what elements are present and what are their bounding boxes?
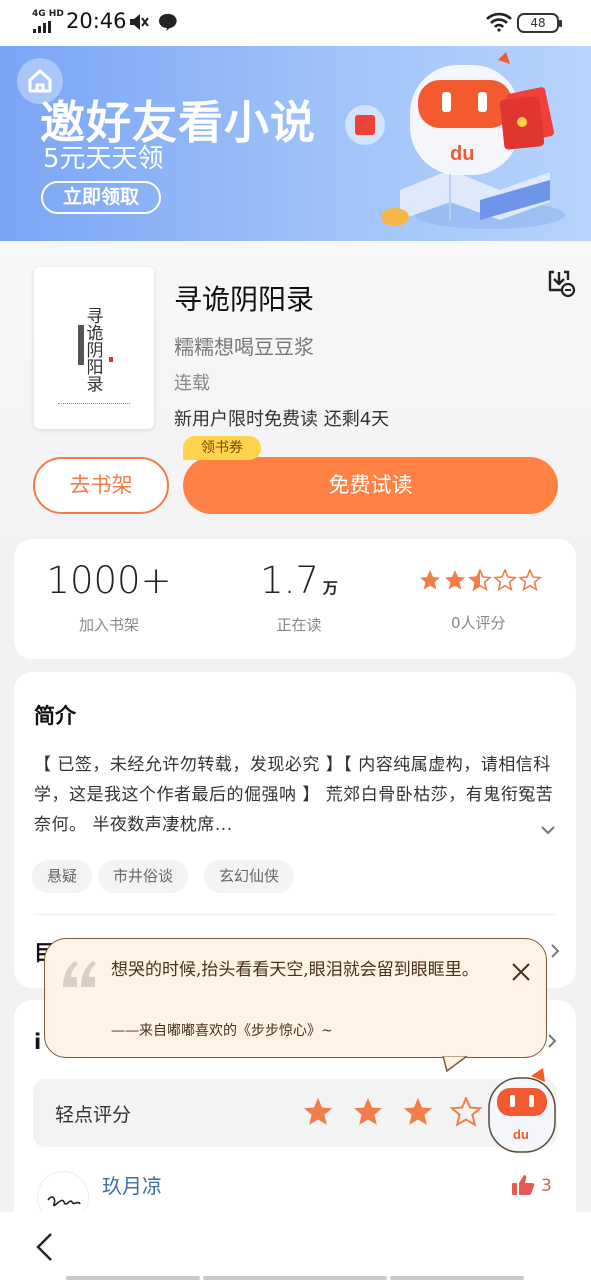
mascot-du-logo: du — [450, 143, 474, 165]
quote-bubble: 想哭的时候,抬头看看天空,眼泪就会留到眼眶里。 ——来自嘟嘟喜欢的《步步惊心》~ — [44, 938, 547, 1058]
cover-seal — [109, 357, 113, 362]
like-count: 3 — [541, 1176, 552, 1196]
status-bar: 4G HD 20:46 48 — [0, 0, 591, 46]
mute-icon — [130, 14, 149, 30]
go-to-shelf-button[interactable]: 去书架 — [33, 457, 169, 514]
comments-heading: i — [34, 1030, 42, 1054]
banner-subtitle: 5元天天领 — [43, 144, 164, 174]
gesture-bar-segment[interactable] — [203, 1276, 387, 1280]
star-empty-icon — [519, 569, 541, 591]
star-half-icon — [469, 569, 491, 591]
gesture-bar-segment — [390, 1276, 524, 1280]
star-filled-icon — [445, 570, 465, 590]
shelf-count: 1000+ — [46, 559, 172, 602]
mascot-illustration: du — [345, 52, 565, 229]
free-read-note: 新用户限时免费读 还剩4天 — [174, 409, 390, 430]
star-empty-icon — [451, 1097, 481, 1126]
star-filled-icon — [354, 1098, 382, 1125]
comment-user-name[interactable]: 玖月凉 — [102, 1170, 162, 1199]
tag-chip[interactable]: 悬疑 — [32, 860, 93, 893]
invite-banner[interactable]: 邀好友看小说 5元天天领 立即领取 du — [0, 46, 591, 241]
intro-text[interactable]: 【 已签，未经允许勿转载，发现必究 】【 内容纯属虚构，请相信科学，这是我这个作… — [34, 750, 554, 840]
tap-to-rate-label: 轻点评分 — [55, 1104, 132, 1126]
cover-title: 寻诡阴阳录 — [86, 307, 104, 395]
chevron-right-icon[interactable] — [549, 942, 561, 960]
rate-stars[interactable] — [303, 1097, 493, 1129]
message-icon — [159, 13, 177, 31]
network-indicator: 4G HD — [32, 9, 64, 19]
tag-chip[interactable]: 市井俗谈 — [98, 860, 189, 893]
shelf-label: 加入书架 — [78, 616, 139, 634]
back-arrow-icon[interactable] — [34, 1232, 56, 1262]
gesture-bar-segment — [66, 1276, 200, 1280]
download-icon[interactable] — [546, 268, 576, 298]
mascot-du-logo: du — [513, 1127, 529, 1142]
reading-count: 1.7 — [260, 559, 319, 602]
clock: 20:46 — [66, 9, 127, 33]
bubble-tail — [442, 1055, 470, 1073]
book-author[interactable]: 糯糯想喝豆豆浆 — [174, 331, 314, 360]
star-filled-icon — [304, 1098, 332, 1125]
book-title: 寻诡阴阳录 — [174, 283, 315, 316]
tap-to-rate-box: 轻点评分 — [33, 1079, 557, 1147]
intro-heading: 简介 — [34, 704, 76, 728]
quote-text: 想哭的时候,抬头看看天空,眼泪就会留到眼眶里。 — [111, 960, 479, 980]
star-filled-icon — [420, 570, 440, 590]
quote-mark-icon — [63, 961, 96, 987]
reading-label: 正在读 — [276, 616, 322, 634]
chevron-down-icon[interactable] — [539, 824, 557, 836]
chevron-right-icon[interactable] — [546, 1032, 558, 1050]
rating-count-label: 0人评分 — [451, 614, 506, 632]
quote-source: ——来自嘟嘟喜欢的《步步惊心》~ — [111, 1023, 333, 1039]
close-icon[interactable] — [510, 961, 532, 983]
stats-card: 1000+ 加入书架 1.7 万 正在读 0人评分 — [14, 539, 576, 659]
wifi-icon — [486, 12, 512, 32]
star-filled-icon — [404, 1098, 432, 1125]
star-empty-icon — [494, 569, 516, 591]
thumbs-up-icon[interactable] — [511, 1174, 535, 1196]
claim-button[interactable]: 立即领取 — [41, 181, 161, 214]
rating-stars — [420, 569, 541, 591]
reading-stat: 1.7 万 正在读 — [239, 559, 359, 635]
bottom-bar — [0, 1212, 591, 1280]
tag-chip[interactable]: 玄幻仙侠 — [204, 860, 295, 893]
book-status: 连载 — [174, 373, 210, 394]
battery-indicator: 48 — [517, 13, 562, 33]
book-cover[interactable]: 寻诡阴阳录 — [34, 267, 154, 429]
free-read-button[interactable]: 免费试读 — [183, 457, 558, 514]
divider — [34, 914, 556, 915]
signal-icon — [33, 21, 51, 33]
cover-footer-line — [58, 403, 130, 405]
reading-unit: 万 — [322, 579, 338, 597]
coupon-badge[interactable]: 领书券 — [183, 436, 261, 460]
shelf-stat: 1000+ 加入书架 — [44, 559, 174, 635]
mascot-icon[interactable]: du — [483, 1066, 563, 1156]
